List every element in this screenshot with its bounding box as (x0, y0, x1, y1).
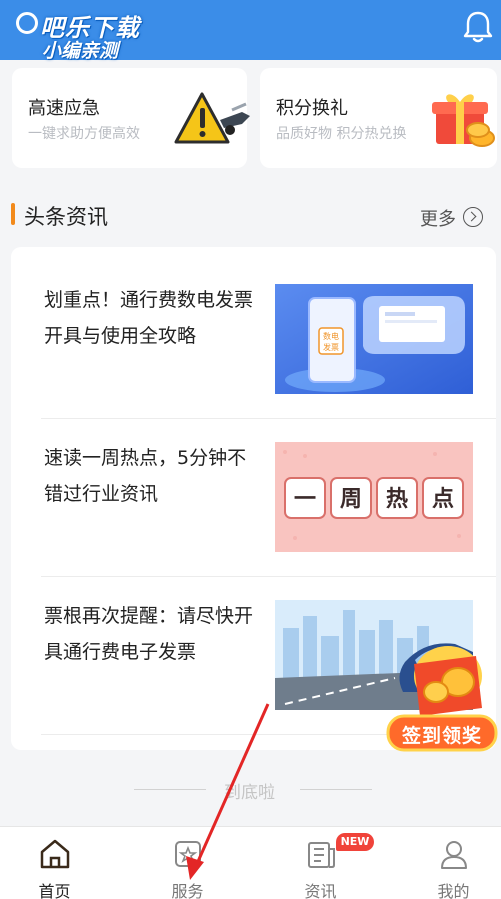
section-title: 头条资讯 (24, 205, 108, 229)
chevron-right-circle-icon[interactable] (463, 207, 483, 227)
end-label: 到底啦 (224, 783, 275, 803)
thumb-char-3: 热 (386, 486, 408, 512)
news-item-title: 速读一周热点，5分钟不错过行业资讯 (44, 447, 247, 505)
user-icon (441, 841, 467, 869)
thumb-char-1: 一 (294, 487, 316, 512)
warning-triangle-icon (174, 92, 250, 144)
section-accent-bar (11, 203, 15, 225)
news-item-title: 划重点！通行费数电发票开具与使用全攻略 (44, 289, 254, 347)
points-exchange-card[interactable]: 积分换礼 品质好物 积分热兑换 (260, 68, 497, 168)
tab-news-label: 资讯 (304, 882, 337, 899)
sign-in-badge-label[interactable]: 签到领奖 (388, 721, 496, 748)
thumb-char-4: 点 (432, 486, 454, 512)
watermark-line-2: 小编亲测 (42, 40, 119, 62)
thumb-badge-line-2: 发票 (323, 342, 339, 352)
points-card-subtitle: 品质好物 积分热兑换 (276, 126, 407, 142)
end-line-right (300, 789, 372, 790)
tab-mine-label: 我的 (437, 882, 470, 899)
news-item-title: 票根再次提醒：请尽快开具通行费电子发票 (44, 605, 254, 663)
news-item[interactable]: 速读一周热点，5分钟不错过行业资讯 一 周 热 点 (30, 418, 475, 576)
news-thumbnail-invoice: 数电 发票 (275, 284, 473, 394)
gift-box-icon (432, 94, 495, 147)
emergency-card[interactable]: 高速应急 一键求助方便高效 (12, 68, 250, 168)
tab-service[interactable]: 服务 (125, 827, 250, 899)
news-thumbnail-weekly: 一 周 热 点 (275, 442, 473, 552)
bottom-nav: 首页 服务 资讯 我的 (0, 826, 501, 899)
emergency-card-subtitle: 一键求助方便高效 (28, 126, 140, 142)
new-badge: NEW (336, 833, 374, 851)
tab-home[interactable]: 首页 (0, 827, 117, 899)
points-card-title: 积分换礼 (276, 98, 348, 119)
thumb-char-2: 周 (340, 487, 362, 512)
end-of-list: 到底啦 (0, 778, 501, 803)
thumb-badge-line-1: 数电 (323, 331, 339, 341)
tab-mine[interactable]: 我的 (391, 827, 501, 899)
watermark-logo: 吧乐下载 小编亲测 (14, 6, 184, 62)
home-icon (40, 839, 70, 869)
news-item[interactable]: 划重点！通行费数电发票开具与使用全攻略 数电 发票 (30, 260, 475, 418)
bell-icon[interactable] (463, 10, 493, 44)
tab-service-label: 服务 (171, 882, 204, 899)
more-link[interactable]: 更多 (420, 205, 456, 231)
news-icon (308, 842, 335, 868)
service-icon (175, 841, 201, 867)
end-line-left (134, 789, 206, 790)
tab-home-label: 首页 (38, 882, 71, 899)
watermark-circle-icon (16, 12, 38, 34)
emergency-card-title: 高速应急 (28, 98, 100, 119)
